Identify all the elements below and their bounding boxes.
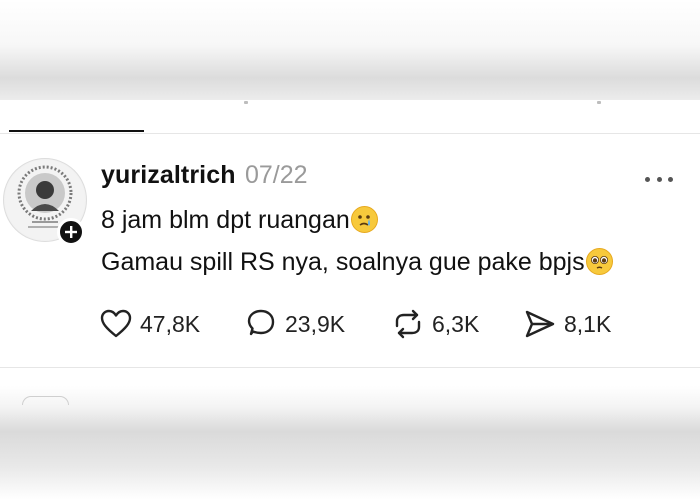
divider [0, 367, 700, 368]
tab-separator-dot [597, 101, 601, 104]
crying-face-emoji [350, 206, 378, 233]
like-count: 47,8K [140, 310, 201, 337]
repost-button[interactable]: 6,3K [392, 306, 479, 342]
share-button[interactable]: 8,1K [524, 306, 611, 342]
repost-icon [395, 309, 421, 339]
blurred-next-post-area [0, 386, 700, 500]
tab-bar [0, 100, 700, 134]
blurred-header-area [0, 0, 700, 100]
more-icon[interactable] [645, 176, 673, 182]
share-count: 8,1K [564, 310, 612, 337]
reply-button[interactable]: 23,9K [245, 306, 345, 342]
reply-icon [247, 309, 275, 336]
post-text: Gamau spill RS nya, soalnya gue pake bpj… [101, 248, 585, 276]
post-text-line: Gamau spill RS nya, soalnya gue pake bpj… [101, 248, 613, 277]
active-tab-indicator[interactable] [9, 130, 144, 132]
reply-count: 23,9K [285, 310, 346, 337]
divider [0, 133, 700, 134]
action-bar: 47,8K 23,9K 6,3K 8,1K [0, 306, 700, 342]
username[interactable]: yurizaltrich [101, 161, 236, 190]
like-button[interactable]: 47,8K [100, 306, 200, 342]
pleading-face-emoji [585, 248, 613, 275]
next-post-avatar [22, 396, 69, 405]
post-text: 8 jam blm dpt ruangan [101, 206, 350, 234]
repost-count: 6,3K [432, 310, 480, 337]
share-icon [525, 310, 555, 338]
post-text-line: 8 jam blm dpt ruangan [101, 206, 378, 235]
tab-separator-dot [244, 101, 248, 104]
follow-button[interactable] [57, 218, 85, 246]
follow-plus-icon [65, 226, 77, 238]
heart-icon [100, 309, 132, 338]
post-date: 07/22 [245, 161, 308, 189]
